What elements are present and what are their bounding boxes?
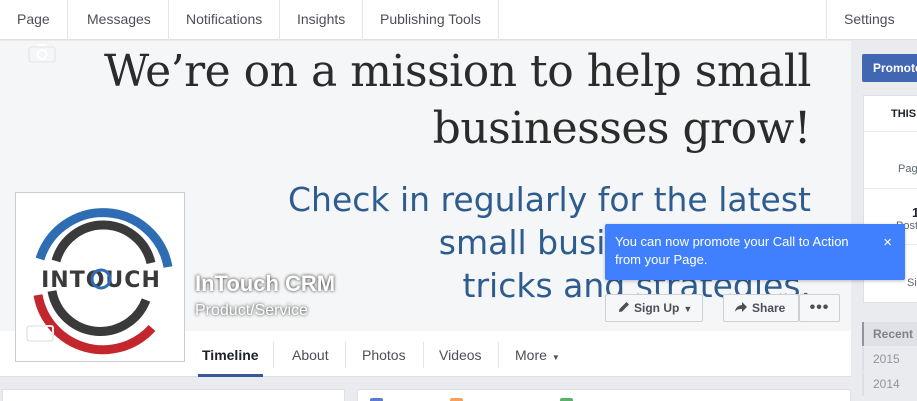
tab-more[interactable]: More ▼	[511, 331, 564, 377]
nav-insights[interactable]: Insights	[280, 0, 364, 40]
sign-up-button[interactable]: Sign Up ▼	[605, 294, 703, 322]
tab-divider	[498, 342, 499, 368]
cover-headline: We’re on a mission to help small busines…	[91, 43, 812, 157]
cover-subheadline-line-1: Check in regularly for the latest	[287, 180, 811, 219]
tab-more-label: More	[515, 347, 547, 363]
page-likes-label[interactable]: Page	[898, 163, 917, 175]
camera-icon[interactable]	[28, 43, 56, 68]
nav-publishing-tools[interactable]: Publishing Tools	[363, 0, 499, 40]
more-options-button[interactable]: •••	[799, 294, 840, 322]
promote-button[interactable]: Promote	[862, 54, 917, 82]
card-header: THIS	[864, 96, 917, 132]
post-reach-value: 1	[912, 205, 917, 220]
tab-videos[interactable]: Videos	[435, 331, 486, 377]
tab-timeline[interactable]: Timeline	[198, 331, 263, 377]
caret-down-icon: ▼	[683, 304, 693, 314]
composer-card	[357, 389, 851, 401]
cta-promote-tooltip: You can now promote your Call to Action …	[605, 224, 905, 280]
nav-settings[interactable]: Settings	[826, 0, 912, 40]
share-label: Share	[752, 301, 786, 315]
page-admin-nav: Page Messages Notifications Insights Pub…	[0, 0, 917, 40]
close-icon[interactable]: ×	[883, 234, 892, 252]
page-category[interactable]: Product/Service	[195, 302, 308, 320]
sign-up-label: Sign Up	[634, 301, 680, 315]
tab-divider	[273, 342, 274, 368]
year-2015[interactable]: 2015	[862, 347, 917, 371]
profile-picture[interactable]: INTOUCH	[15, 192, 185, 362]
page-name[interactable]: InTouch CRM	[195, 271, 335, 297]
cover-headline-line-2: businesses grow!	[432, 103, 812, 154]
sign-up-clicks-label[interactable]: Sig	[907, 277, 917, 289]
nav-page[interactable]: Page	[0, 0, 68, 40]
year-recent[interactable]: Recent	[862, 322, 917, 346]
share-button[interactable]: Share	[723, 294, 799, 322]
about-card	[2, 389, 345, 401]
nav-messages[interactable]: Messages	[70, 0, 169, 40]
tab-divider	[423, 342, 424, 368]
year-2014[interactable]: 2014	[862, 372, 917, 396]
caret-down-icon: ▼	[551, 353, 560, 362]
share-icon	[734, 296, 748, 322]
tab-about[interactable]: About	[288, 331, 333, 377]
cover-headline-line-1: We’re on a mission to help small	[103, 46, 812, 97]
pencil-icon	[618, 296, 630, 322]
camera-icon[interactable]	[26, 322, 54, 347]
tooltip-text: You can now promote your Call to Action …	[615, 234, 849, 267]
divider	[864, 188, 917, 189]
nav-notifications[interactable]: Notifications	[169, 0, 281, 40]
tab-divider	[345, 342, 346, 368]
tab-photos[interactable]: Photos	[358, 331, 410, 377]
